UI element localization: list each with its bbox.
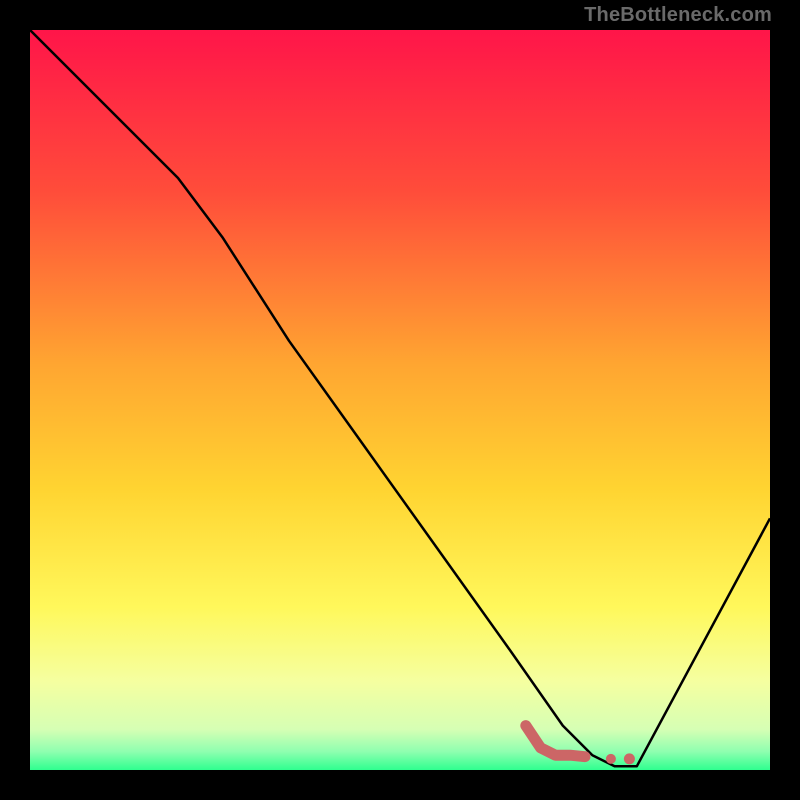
highlight-marker-dot-1 [624,753,635,764]
attribution-text: TheBottleneck.com [584,4,772,27]
highlight-marker-dot-0 [606,754,616,764]
gradient-plot [30,30,770,770]
chart-canvas [30,30,770,770]
chart-figure: TheBottleneck.com [0,0,800,800]
